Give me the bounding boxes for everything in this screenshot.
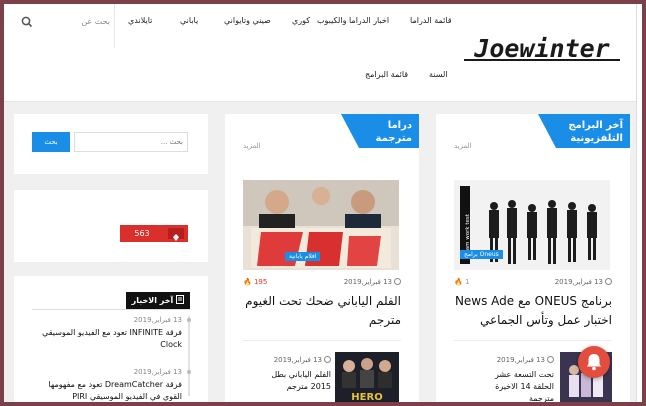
counter-icon [168, 228, 184, 241]
search-input[interactable] [44, 12, 110, 30]
post-date: 13 فبراير,2019 [344, 278, 401, 286]
heading-underline [32, 309, 190, 310]
sidebar-search-card: بحث [14, 114, 208, 174]
counter-widget[interactable]: 563 [120, 225, 188, 242]
clock-icon [394, 278, 401, 285]
timeline-dot [187, 318, 191, 322]
news-date: 13 فبراير,2019 [133, 368, 182, 376]
site-header: قائمة الدراما اخبار الدراما والكيبوب كور… [4, 4, 642, 102]
page-scrollbar[interactable] [636, 4, 642, 402]
heading-line2: التلفزيونية [570, 133, 623, 144]
post-title[interactable]: الفلم الياباني ضحك تحت الغيوم مترجم [239, 292, 401, 330]
clock-icon [605, 278, 612, 285]
translated-drama-card: دراما مترجمة المزيد افلام يابانية 13 فبر… [225, 114, 419, 402]
heading-line1: دراما [387, 120, 412, 131]
sidebar-search-button[interactable]: بحث [32, 132, 70, 152]
sub-post-date: 13 فبراير,2019 [274, 356, 331, 364]
more-link[interactable]: المزيد [454, 142, 472, 150]
category-badge[interactable]: Oneus برامج [460, 250, 503, 259]
bell-icon [587, 354, 601, 371]
latest-news-heading: آخر الاخبار [125, 292, 190, 310]
post-title[interactable]: برنامج ONEUS مع News Ade اختبار عمل وتأس… [454, 292, 612, 330]
nav-japanese[interactable]: ياباني [180, 16, 198, 25]
header-search [12, 4, 115, 48]
clock-icon [324, 356, 331, 363]
view-count: 🔥 1 [454, 278, 470, 286]
divider [243, 340, 401, 341]
nav-year[interactable]: السنة [429, 70, 448, 79]
poster-title: HERO [351, 392, 382, 402]
more-link[interactable]: المزيد [243, 142, 261, 150]
latest-news-card: آخر الاخبار 13 فبراير,2019 فرقة INFINITE… [14, 276, 208, 402]
sub-post-title[interactable]: الفلم الياباني بطل 2015 مترجم [261, 369, 331, 393]
nav-shows-list[interactable]: قائمة البرامج [365, 70, 408, 79]
oneus-thumbnail[interactable]: Team work test Oneus برامج [454, 180, 610, 270]
nav-chinese-taiwanese[interactable]: صيني وتايواني [224, 16, 271, 25]
counter-value: 563 [134, 229, 150, 238]
document-icon [176, 295, 184, 304]
sub-post-title[interactable]: تحت التسعة عشر الحلقة 14 الاخيرة مترجمة [482, 369, 554, 402]
news-item-title[interactable]: فرقة INFINITE تعود مع الفيديو الموسيقي C… [32, 327, 182, 351]
heading-line1: آخر البرامج [568, 120, 623, 131]
sidebar-search-input[interactable] [74, 132, 188, 152]
category-badge[interactable]: افلام يابانية [285, 252, 321, 261]
notification-bell-button[interactable] [578, 346, 610, 378]
site-logo[interactable]: Joewinter [462, 32, 622, 62]
news-timeline [188, 316, 190, 396]
nav-thai[interactable]: تايلاندي [128, 16, 152, 25]
timeline-dot [187, 370, 191, 374]
nav-drama-list[interactable]: قائمة الدراما [410, 16, 452, 25]
latest-shows-heading: آخر البرامج التلفزيونية [538, 114, 630, 148]
view-count: 🔥 195 [243, 278, 268, 286]
heading-line2: مترجمة [375, 133, 412, 144]
nav-drama-news[interactable]: اخبار الدراما والكيبوب [317, 16, 389, 25]
drama-heading: دراما مترجمة [341, 114, 419, 148]
sub-post-date: 13 فبراير,2019 [497, 356, 554, 364]
nav-korean[interactable]: كوري [292, 16, 310, 25]
logo-text: Joewinter [473, 34, 609, 62]
news-item-title[interactable]: فرقة DreamCatcher تعود مع مفهومها القوي … [32, 379, 182, 402]
search-icon[interactable] [20, 15, 34, 29]
movie-thumbnail[interactable]: افلام يابانية [243, 180, 399, 270]
divider [454, 340, 612, 341]
clock-icon [547, 356, 554, 363]
post-date: 13 فبراير,2019 [555, 278, 612, 286]
news-date: 13 فبراير,2019 [133, 316, 182, 324]
hero-poster[interactable]: HERO [335, 352, 399, 402]
browser-frame: قائمة الدراما اخبار الدراما والكيبوب كور… [4, 4, 642, 402]
